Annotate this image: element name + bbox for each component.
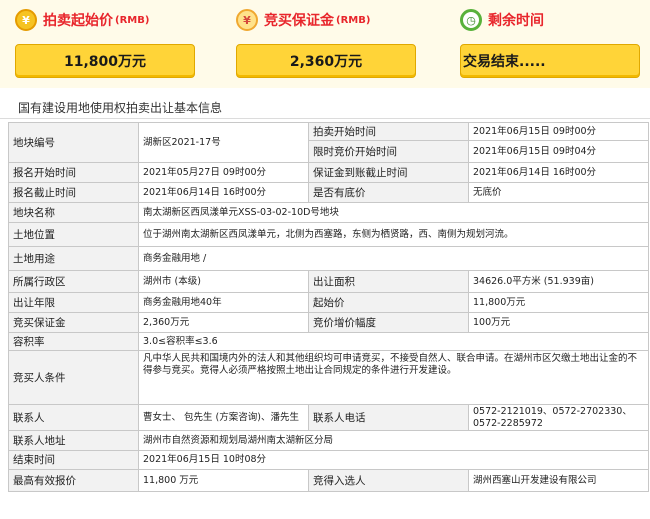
winner-value: 湖州西塞山开发建设有限公司 [468, 469, 649, 492]
use-key: 土地用途 [8, 246, 139, 271]
deposit-value: 2,360万元 [236, 44, 416, 78]
winner-key: 竞得入选人 [308, 469, 469, 492]
top-bid-key: 最高有效报价 [8, 469, 139, 492]
coins-icon: ¥ [236, 9, 258, 31]
name-value: 南太湖新区西凤漾单元XSS-03-02-10D号地块 [138, 202, 649, 223]
district-value: 湖州市 (本级) [138, 270, 309, 293]
table-row: 土地用途 商务金融用地 / [8, 246, 649, 271]
use-value: 商务金融用地 / [138, 246, 649, 271]
start-price-value: 11,800万元 [15, 44, 195, 78]
summary-panel: ¥ 拍卖起始价 (RMB) 11,800万元 ¥ 竞买保证金 (RMB) 2,3… [0, 0, 650, 88]
auction-start-key: 拍卖开始时间 [308, 122, 469, 141]
reg-start-value: 2021年05月27日 09时00分 [138, 162, 309, 183]
increment-value: 100万元 [468, 312, 649, 333]
time-left-value: 交易结束..... [460, 44, 640, 78]
auction-start-value: 2021年06月15日 09时00分 [468, 122, 649, 141]
time-left-label: 剩余时间 [488, 13, 544, 29]
start-price-label: 拍卖起始价 [43, 13, 113, 29]
area-key: 出让面积 [308, 270, 469, 293]
time-left-card: ◷ 剩余时间 交易结束..... [460, 6, 640, 78]
increment-key: 竞价增价幅度 [308, 312, 469, 333]
address-key: 联系人地址 [8, 430, 139, 451]
start-price-key: 起始价 [308, 292, 469, 313]
bid-start-value: 2021年06月15日 09时04分 [468, 140, 649, 163]
table-row: 容积率 3.0≤容积率≤3.6 [8, 332, 649, 351]
table-row: 联系人地址 湖州市自然资源和规划局湖州南太湖新区分局 [8, 430, 649, 451]
contact-value: 曹女士、 包先生 (方案咨询)、潘先生 [138, 404, 309, 431]
location-value: 位于湖州南太湖新区西凤漾单元，北侧为西塞路，东侧为栖贤路，西、南侧为规划河流。 [138, 222, 649, 247]
start-price-unit: (RMB) [115, 14, 150, 26]
reg-start-key: 报名开始时间 [8, 162, 139, 183]
address-value: 湖州市自然资源和规划局湖州南太湖新区分局 [138, 430, 649, 451]
end-time-key: 结束时间 [8, 450, 139, 470]
deposit-label: 竞买保证金 [264, 13, 334, 29]
alarm-clock-icon: ◷ [460, 9, 482, 31]
parcel-no-key: 地块编号 [8, 122, 139, 163]
deposit-deadline-value: 2021年06月14日 16时00分 [468, 162, 649, 183]
far-value: 3.0≤容积率≤3.6 [138, 332, 649, 351]
bid-deposit-value: 2,360万元 [138, 312, 309, 333]
location-key: 土地位置 [8, 222, 139, 247]
deposit-card: ¥ 竞买保证金 (RMB) 2,360万元 [236, 6, 416, 78]
term-value: 商务金融用地40年 [138, 292, 309, 313]
land-info-table: 地块编号 湖新区2021-17号 拍卖开始时间 2021年06月15日 09时0… [8, 122, 649, 492]
table-row: 土地位置 位于湖州南太湖新区西凤漾单元，北侧为西塞路，东侧为栖贤路，西、南侧为规… [8, 222, 649, 247]
reserve-key: 是否有底价 [308, 182, 469, 203]
table-row: 地块名称 南太湖新区西凤漾单元XSS-03-02-10D号地块 [8, 202, 649, 223]
term-key: 出让年限 [8, 292, 139, 313]
deposit-deadline-key: 保证金到账截止时间 [308, 162, 469, 183]
table-row: 结束时间 2021年06月15日 10时08分 [8, 450, 649, 470]
contact-key: 联系人 [8, 404, 139, 431]
deposit-unit: (RMB) [336, 14, 371, 26]
start-price-card: ¥ 拍卖起始价 (RMB) 11,800万元 [15, 6, 195, 78]
conditions-key: 竞买人条件 [8, 350, 139, 405]
area-value: 34626.0平方米 (51.939亩) [468, 270, 649, 293]
district-key: 所属行政区 [8, 270, 139, 293]
table-row: 最高有效报价 11,800 万元 竞得入选人 湖州西塞山开发建设有限公司 [8, 469, 649, 492]
table-row: 竞买保证金 2,360万元 竞价增价幅度 100万元 [8, 312, 649, 333]
far-key: 容积率 [8, 332, 139, 351]
money-bag-icon: ¥ [15, 9, 37, 31]
name-key: 地块名称 [8, 202, 139, 223]
phone-value: 0572-2121019、0572-2702330、0572-2285972 [468, 404, 649, 431]
table-row: 联系人 曹女士、 包先生 (方案咨询)、潘先生 联系人电话 0572-21210… [8, 404, 649, 431]
conditions-value: 凡中华人民共和国境内外的法人和其他组织均可申请竞买，不接受自然人、联合申请。在湖… [138, 350, 649, 405]
start-price-table-value: 11,800万元 [468, 292, 649, 313]
end-time-value: 2021年06月15日 10时08分 [138, 450, 649, 470]
section-title: 国有建设用地使用权拍卖出让基本信息 [0, 97, 650, 119]
table-row: 报名开始时间 2021年05月27日 09时00分 保证金到账截止时间 2021… [8, 162, 649, 183]
top-bid-value: 11,800 万元 [138, 469, 309, 492]
table-row: 出让年限 商务金融用地40年 起始价 11,800万元 [8, 292, 649, 313]
reg-end-value: 2021年06月14日 16时00分 [138, 182, 309, 203]
bid-start-key: 限时竞价开始时间 [308, 140, 469, 163]
bid-deposit-key: 竞买保证金 [8, 312, 139, 333]
table-row: 竞买人条件 凡中华人民共和国境内外的法人和其他组织均可申请竞买，不接受自然人、联… [8, 350, 649, 405]
reg-end-key: 报名截止时间 [8, 182, 139, 203]
table-row: 地块编号 湖新区2021-17号 拍卖开始时间 2021年06月15日 09时0… [8, 122, 649, 163]
reserve-value: 无底价 [468, 182, 649, 203]
parcel-no-value: 湖新区2021-17号 [138, 122, 309, 163]
phone-key: 联系人电话 [308, 404, 469, 431]
table-row: 所属行政区 湖州市 (本级) 出让面积 34626.0平方米 (51.939亩) [8, 270, 649, 293]
table-row: 报名截止时间 2021年06月14日 16时00分 是否有底价 无底价 [8, 182, 649, 203]
